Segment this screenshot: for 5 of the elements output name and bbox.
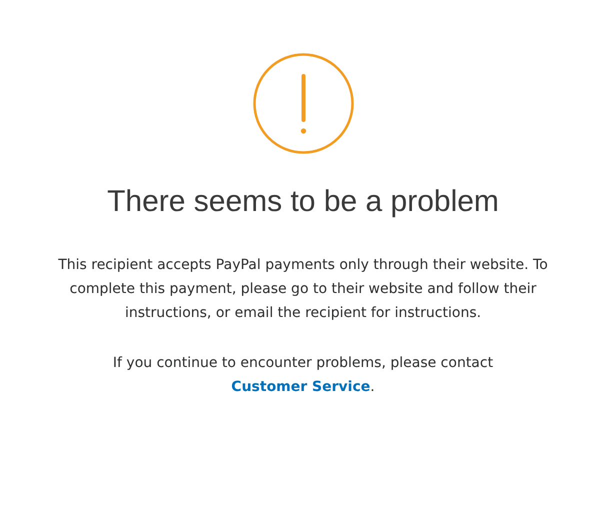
customer-service-link[interactable]: Customer Service [231, 379, 370, 395]
error-message: This recipient accepts PayPal payments only through their website. To complete this payment, please go to their website and follow their instructions, or email the recipient for instructions. [58, 256, 548, 323]
warning-icon [252, 53, 354, 154]
contact-message: If you continue to encounter problems, please contact Customer Service. [112, 354, 494, 397]
page-title: There seems to be a problem [107, 184, 499, 220]
